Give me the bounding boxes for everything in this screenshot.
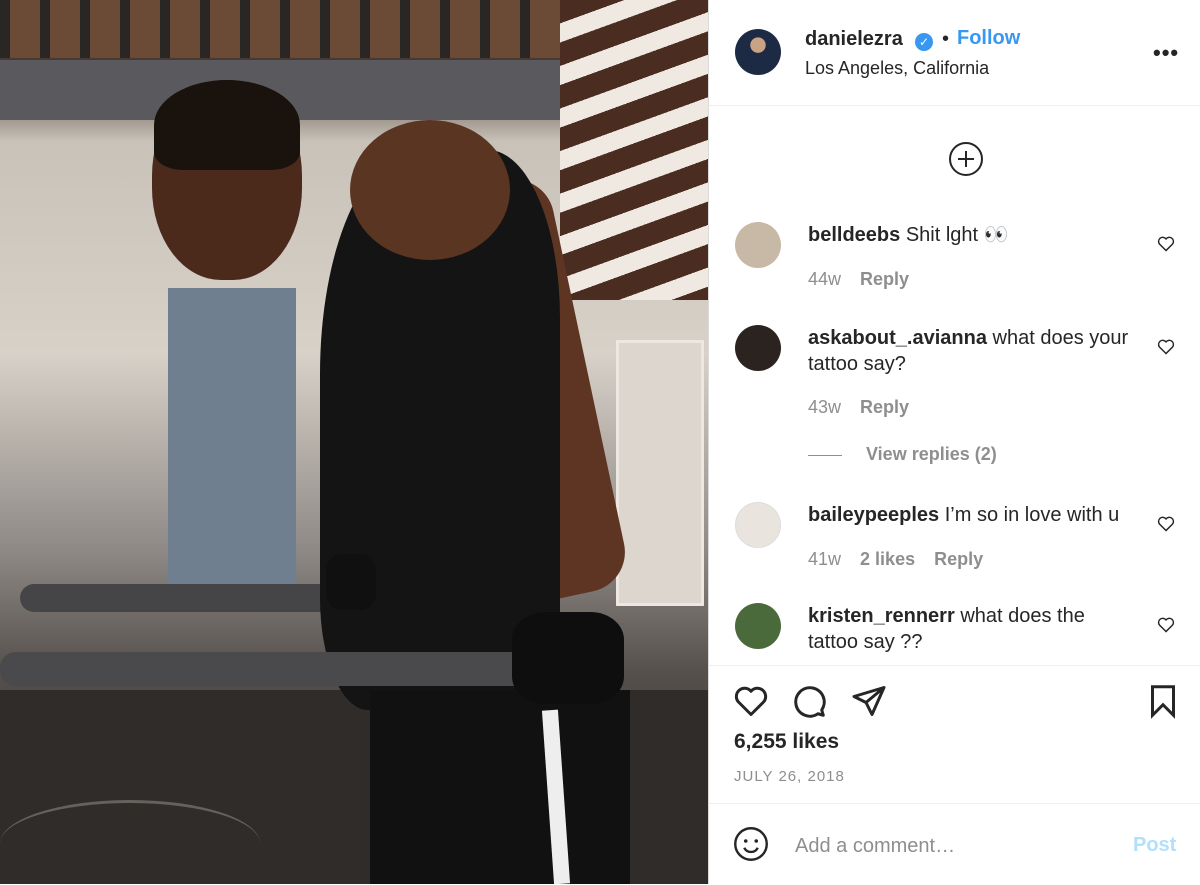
post-actions: 6,255 likes JULY 26, 2018 [709, 665, 1200, 804]
author-username[interactable]: danielezra [805, 28, 903, 51]
comment-body: belldeebs Shit lght 👀 [808, 222, 1138, 248]
photo-glove [512, 612, 624, 704]
photo-stairs [560, 0, 708, 300]
add-comment-bar: Post [709, 803, 1200, 885]
comment-like-heart-icon[interactable] [1157, 236, 1175, 252]
comment-meta: 44w Reply [808, 269, 923, 290]
comment-body: baileypeeples I’m so in love with u [808, 502, 1138, 528]
photo-hair [154, 80, 300, 170]
comment-reply-button[interactable]: Reply [860, 397, 909, 417]
comment-username[interactable]: belldeebs [808, 224, 900, 246]
photo-floor-marking [0, 800, 260, 884]
post-comment-button[interactable]: Post [1133, 834, 1176, 857]
comment-avatar[interactable] [735, 222, 781, 268]
post-date[interactable]: JULY 26, 2018 [734, 768, 845, 785]
photo-balcony [0, 0, 560, 58]
comment-text: I’m so in love with u [944, 504, 1120, 526]
view-replies-line [808, 454, 842, 456]
photo-door [168, 288, 296, 588]
photo-door-right [616, 340, 704, 606]
follow-button[interactable]: Follow [957, 27, 1020, 50]
comment-avatar[interactable] [735, 502, 781, 548]
post-likes-count[interactable]: 6,255 likes [734, 730, 839, 754]
comment-age: 44w [808, 269, 842, 289]
load-more-comments-button[interactable] [949, 142, 983, 176]
emoji-smiley-icon[interactable] [733, 826, 769, 862]
post-location[interactable]: Los Angeles, California [805, 58, 989, 79]
photo-pants [370, 690, 630, 884]
photo-glove-back [326, 554, 376, 610]
comment-likes-count[interactable]: 2 likes [860, 549, 915, 569]
view-replies-label[interactable]: View replies (2) [866, 444, 997, 464]
like-heart-icon[interactable] [733, 683, 769, 719]
comment-username[interactable]: askabout_.avianna [808, 327, 987, 349]
comment-avatar[interactable] [735, 325, 781, 371]
post-photo[interactable] [0, 0, 708, 884]
comment-like-heart-icon[interactable] [1157, 617, 1175, 633]
share-paper-plane-icon[interactable] [851, 683, 887, 719]
author-avatar[interactable] [735, 29, 781, 75]
comment-age: 41w [808, 549, 842, 569]
comment-like-heart-icon[interactable] [1157, 339, 1175, 355]
comment-avatar[interactable] [735, 603, 781, 649]
save-bookmark-icon[interactable] [1145, 683, 1181, 719]
post-side-panel: danielezra ✓ • Follow Los Angeles, Calif… [708, 0, 1200, 884]
comment-age: 43w [808, 397, 842, 417]
comment-meta: 41w 2 likes Reply [808, 549, 997, 570]
comment-username[interactable]: kristen_rennerr [808, 605, 955, 627]
photo-dip-bar-back [20, 584, 360, 612]
verified-badge-icon: ✓ [915, 33, 933, 51]
comment-text: Shit lght 👀 [905, 224, 1009, 246]
photo-dip-bar-front [0, 652, 560, 686]
comment-bubble-icon[interactable] [791, 683, 827, 719]
more-options-icon[interactable]: ••• [1153, 40, 1179, 66]
comment-reply-button[interactable]: Reply [934, 549, 983, 569]
comment-reply-button[interactable]: Reply [860, 269, 909, 289]
photo-shoulder [350, 120, 510, 260]
comment-body: askabout_.avianna what does your tattoo … [808, 325, 1138, 377]
add-comment-input[interactable] [793, 828, 1117, 864]
header-separator: • [942, 28, 950, 50]
comment-meta: 43w Reply [808, 397, 923, 418]
post-header: danielezra ✓ • Follow Los Angeles, Calif… [709, 0, 1200, 106]
comment-like-heart-icon[interactable] [1157, 516, 1175, 532]
comment-body: kristen_rennerr what does the tattoo say… [808, 603, 1138, 655]
comment-username[interactable]: baileypeeples [808, 504, 939, 526]
view-replies-button[interactable]: View replies (2) [808, 444, 997, 465]
